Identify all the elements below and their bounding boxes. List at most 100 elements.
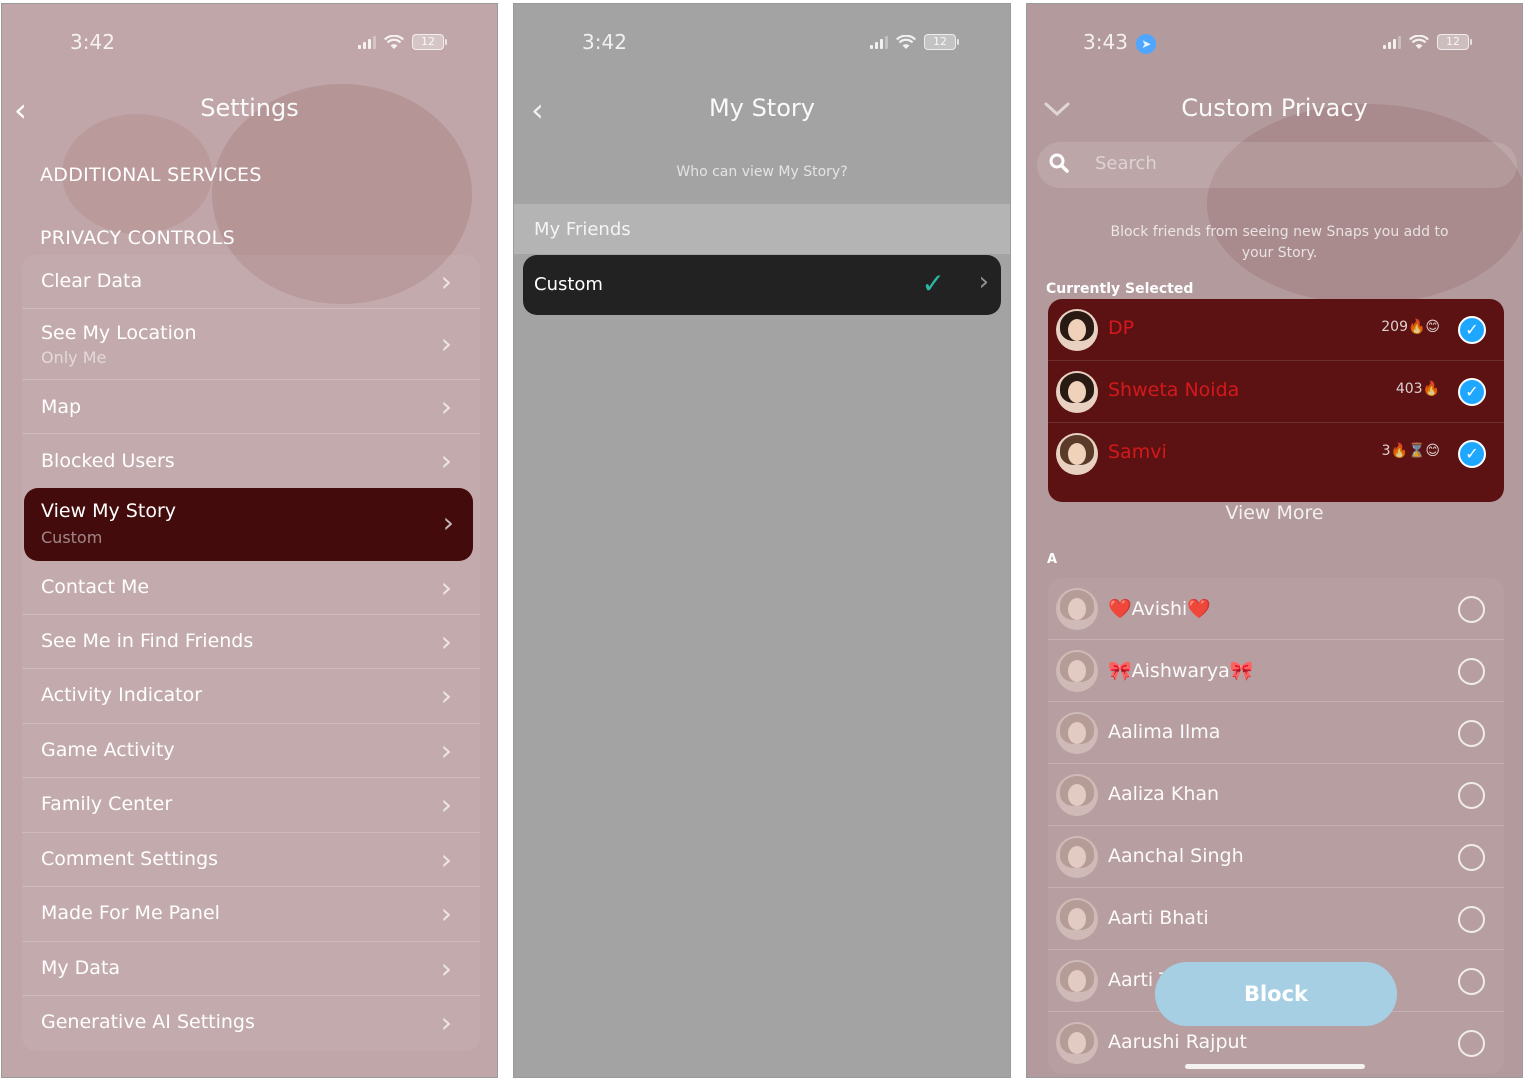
- background-blur: [1207, 104, 1522, 304]
- chevron-right-icon: ›: [440, 679, 452, 712]
- settings-item-contact-me[interactable]: Contact Me ›: [22, 561, 480, 615]
- friend-name: Aanchal Singh: [1108, 845, 1244, 867]
- settings-item-comment-settings[interactable]: Comment Settings ›: [22, 833, 480, 887]
- chevron-right-icon: ›: [978, 267, 989, 297]
- status-time: 3:43 ➤: [1083, 30, 1157, 54]
- my-story-screen: 3:42 12 ‹ My Story Who can view My Story…: [513, 3, 1011, 1078]
- settings-item-view-my-story[interactable]: View My Story Custom ›: [24, 488, 473, 561]
- select-radio[interactable]: [1458, 1030, 1485, 1057]
- selected-check-icon[interactable]: ✓: [1458, 316, 1486, 344]
- search-field[interactable]: Search: [1037, 142, 1517, 188]
- location-arrow-icon: ➤: [1136, 33, 1157, 54]
- custom-privacy-screen: 3:43 ➤ 12 Custom Privacy Search Block fr…: [1026, 3, 1523, 1078]
- friend-row[interactable]: Aaliza Khan: [1048, 764, 1504, 826]
- selected-friend-row[interactable]: Samvi 3🔥⌛😊 ✓: [1048, 423, 1504, 485]
- page-title: Custom Privacy: [1181, 94, 1368, 122]
- select-radio[interactable]: [1458, 906, 1485, 933]
- chevron-right-icon: ›: [440, 390, 452, 423]
- home-indicator[interactable]: [1185, 1064, 1365, 1069]
- battery-icon: 12: [412, 34, 447, 50]
- option-custom[interactable]: Custom ✓ ›: [523, 255, 1001, 315]
- friend-row[interactable]: Aarti Bhati: [1048, 888, 1504, 950]
- friend-row[interactable]: Aalima Ilma: [1048, 702, 1504, 764]
- settings-item-label: See Me in Find Friends: [41, 630, 254, 652]
- settings-item-label: Made For Me Panel: [41, 902, 220, 924]
- settings-item-my-data[interactable]: My Data ›: [22, 942, 480, 996]
- friend-row[interactable]: ❤️Avishi❤️: [1048, 578, 1504, 640]
- friend-name: ❤️Avishi❤️: [1108, 598, 1211, 620]
- settings-item-label: Map: [41, 396, 82, 418]
- checkmark-icon: ✓: [921, 267, 945, 300]
- select-radio[interactable]: [1458, 658, 1485, 685]
- view-more-button[interactable]: View More: [1027, 502, 1522, 524]
- settings-item-family-center[interactable]: Family Center ›: [22, 778, 480, 833]
- search-input[interactable]: Search: [1095, 153, 1157, 174]
- settings-screen: 3:42 12 ‹ Settings ADDITIONAL SERVICES P…: [1, 3, 498, 1078]
- select-radio[interactable]: [1458, 720, 1485, 747]
- friend-row[interactable]: Aanchal Singh: [1048, 826, 1504, 888]
- settings-item-clear-data[interactable]: Clear Data ›: [22, 255, 480, 309]
- chevron-right-icon: ›: [440, 1006, 452, 1039]
- settings-item-see-my-location[interactable]: See My Location Only Me ›: [22, 309, 480, 380]
- settings-item-generative-ai-settings[interactable]: Generative AI Settings ›: [22, 996, 480, 1051]
- selected-friend-row[interactable]: DP 209🔥😊 ✓: [1048, 299, 1504, 361]
- wifi-icon: [896, 34, 916, 49]
- friend-name: Aaliza Khan: [1108, 783, 1220, 805]
- settings-item-activity-indicator[interactable]: Activity Indicator ›: [22, 669, 480, 724]
- friend-name: Samvi: [1108, 441, 1167, 463]
- settings-item-see-me-in-find-friends[interactable]: See Me in Find Friends ›: [22, 615, 480, 669]
- selected-check-icon[interactable]: ✓: [1458, 378, 1486, 406]
- friend-row[interactable]: 🎀Aishwarya🎀: [1048, 640, 1504, 702]
- chevron-right-icon: ›: [440, 265, 452, 298]
- snapstreak-score: 209🔥😊: [1381, 319, 1440, 335]
- bitmoji-avatar: [1056, 433, 1098, 475]
- settings-item-value: Custom: [41, 528, 103, 547]
- settings-item-label: Clear Data: [41, 270, 143, 292]
- friend-name: Aalima Ilma: [1108, 721, 1221, 743]
- friend-name: Shweta Noida: [1108, 379, 1240, 401]
- bitmoji-avatar: [1056, 898, 1098, 940]
- option-custom-label: Custom: [534, 274, 603, 295]
- settings-item-label: View My Story: [41, 500, 176, 522]
- battery-icon: 12: [1437, 34, 1472, 50]
- selected-friend-row[interactable]: Shweta Noida 403🔥 ✓: [1048, 361, 1504, 423]
- bitmoji-avatar: [1056, 712, 1098, 754]
- select-radio[interactable]: [1458, 844, 1485, 871]
- chevron-right-icon: ›: [440, 843, 452, 876]
- settings-item-label: See My Location: [41, 322, 197, 344]
- chevron-right-icon: ›: [440, 571, 452, 604]
- select-radio[interactable]: [1458, 782, 1485, 809]
- settings-item-label: My Data: [41, 957, 121, 979]
- bitmoji-avatar: [1056, 1022, 1098, 1064]
- select-radio[interactable]: [1458, 968, 1485, 995]
- select-radio[interactable]: [1458, 596, 1485, 623]
- settings-item-game-activity[interactable]: Game Activity ›: [22, 724, 480, 778]
- settings-item-label: Family Center: [41, 793, 173, 815]
- chevron-right-icon: ›: [440, 444, 452, 477]
- settings-item-value: Only Me: [41, 348, 107, 367]
- chevron-right-icon: ›: [440, 734, 452, 767]
- chevron-right-icon: ›: [440, 952, 452, 985]
- friend-name: DP: [1108, 317, 1135, 339]
- selected-check-icon[interactable]: ✓: [1458, 440, 1486, 468]
- bitmoji-avatar: [1056, 371, 1098, 413]
- bitmoji-avatar: [1056, 960, 1098, 1002]
- battery-icon: 12: [924, 34, 959, 50]
- settings-item-blocked-users[interactable]: Blocked Users ›: [22, 434, 480, 488]
- wifi-icon: [1409, 34, 1429, 49]
- chevron-right-icon: ›: [440, 625, 452, 658]
- option-my-friends[interactable]: My Friends: [534, 219, 631, 240]
- bitmoji-avatar: [1056, 836, 1098, 878]
- settings-item-label: Contact Me: [41, 576, 150, 598]
- chevron-right-icon: ›: [440, 327, 452, 360]
- bitmoji-avatar: [1056, 309, 1098, 351]
- settings-item-label: Activity Indicator: [41, 684, 203, 706]
- chevron-right-icon: ›: [440, 897, 452, 930]
- settings-item-made-for-me-panel[interactable]: Made For Me Panel ›: [22, 887, 480, 942]
- privacy-settings-list: Clear Data › See My Location Only Me › M…: [22, 255, 480, 1051]
- friend-name: 🎀Aishwarya🎀: [1108, 660, 1254, 682]
- block-button[interactable]: Block: [1155, 962, 1397, 1026]
- chevron-right-icon: ›: [440, 788, 452, 821]
- settings-item-map[interactable]: Map ›: [22, 380, 480, 434]
- status-icons: 12: [1383, 34, 1472, 50]
